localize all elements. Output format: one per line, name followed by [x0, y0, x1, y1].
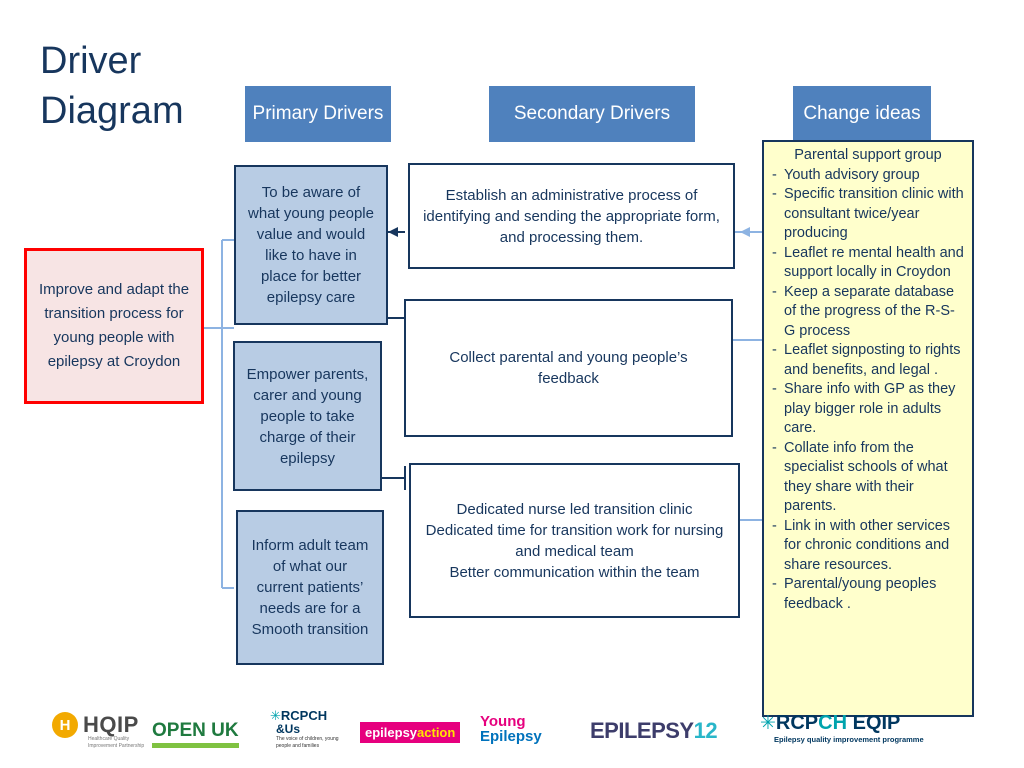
column-header-secondary-drivers: Secondary Drivers [489, 86, 695, 142]
change-idea-item: Share info with GP as they play bigger r… [770, 380, 966, 439]
secondary-driver-3: Dedicated nurse led transition clinic De… [409, 463, 740, 618]
rcpch-eqip-eqip: EQIP [847, 712, 901, 734]
open-uk-text: OPEN UK [152, 720, 239, 748]
star-icon: ✳ [760, 713, 776, 734]
logo-epilepsy-action: epilepsyaction [360, 722, 461, 743]
hqip-name: HQIP [83, 712, 139, 737]
primary-driver-2: Empower parents, carer and young people … [233, 341, 382, 491]
secondary-driver-2: Collect parental and young people’s feed… [404, 299, 733, 437]
change-idea-item: Parental/young peoples feedback . [770, 575, 966, 614]
change-ideas-intro: Parental support group [794, 147, 942, 163]
logo-rcpch-eqip: ✳RCPCH EQIP Epilepsy quality improvement… [760, 712, 924, 744]
secondary-driver-1: Establish an administrative process of i… [408, 163, 735, 269]
change-idea-item: Link in with other services for chronic … [770, 517, 966, 576]
star-icon: ✳ [270, 708, 281, 723]
logo-rcpch-and-us: ✳ RCPCH [270, 708, 327, 723]
rcpch-eqip-subtitle: Epilepsy quality improvement programme [774, 735, 924, 744]
footer-logo-strip: H HQIP Healthcare Quality Improvement Pa… [0, 700, 1024, 768]
young-epilepsy-line2: Epilepsy [480, 728, 542, 745]
change-idea-item: Collate info from the specialist schools… [770, 439, 966, 517]
change-idea-item: Keep a separate database of the progress… [770, 283, 966, 342]
rcpch-us-text: &Us [276, 722, 301, 736]
change-idea-item: Leaflet signposting to rights and benefi… [770, 341, 966, 380]
change-ideas-list: Youth advisory group Specific transition… [770, 166, 966, 615]
rcpch-eqip-rcp: RCP [775, 712, 819, 734]
epilepsy12-text: EPILEPSY12 [590, 718, 718, 743]
change-idea-item: Youth advisory group [770, 166, 966, 186]
column-header-change-ideas: Change ideas [793, 86, 931, 142]
logo-open-uk: OPEN UK [152, 720, 239, 748]
hqip-subtitle: Healthcare Quality Improvement Partnersh… [88, 736, 145, 749]
primary-driver-3: Inform adult team of what our current pa… [236, 510, 384, 665]
epilepsy-action-text: epilepsyaction [360, 722, 461, 743]
change-ideas-box: Parental support group Youth advisory gr… [762, 140, 974, 717]
aim-box: Improve and adapt the transition process… [24, 248, 204, 404]
logo-young-epilepsy: Young Epilepsy [480, 714, 542, 744]
logo-epilepsy12: EPILEPSY12 [590, 718, 718, 744]
change-idea-item: Specific transition clinic with consulta… [770, 185, 966, 244]
rcpch-eqip-ch: CH [818, 712, 848, 734]
primary-driver-1: To be aware of what young people value a… [234, 165, 388, 325]
rcpch-us-subtitle: The voice of children, young people and … [276, 736, 339, 749]
column-header-primary-drivers: Primary Drivers [245, 86, 391, 142]
rcpch-name: RCPCH [280, 708, 328, 723]
logo-hqip: H HQIP [52, 712, 139, 738]
hqip-mark-icon: H [52, 712, 78, 738]
page-title: Driver Diagram [40, 40, 184, 132]
young-epilepsy-line1: Young [480, 713, 526, 730]
change-idea-item: Leaflet re mental health and support loc… [770, 244, 966, 283]
